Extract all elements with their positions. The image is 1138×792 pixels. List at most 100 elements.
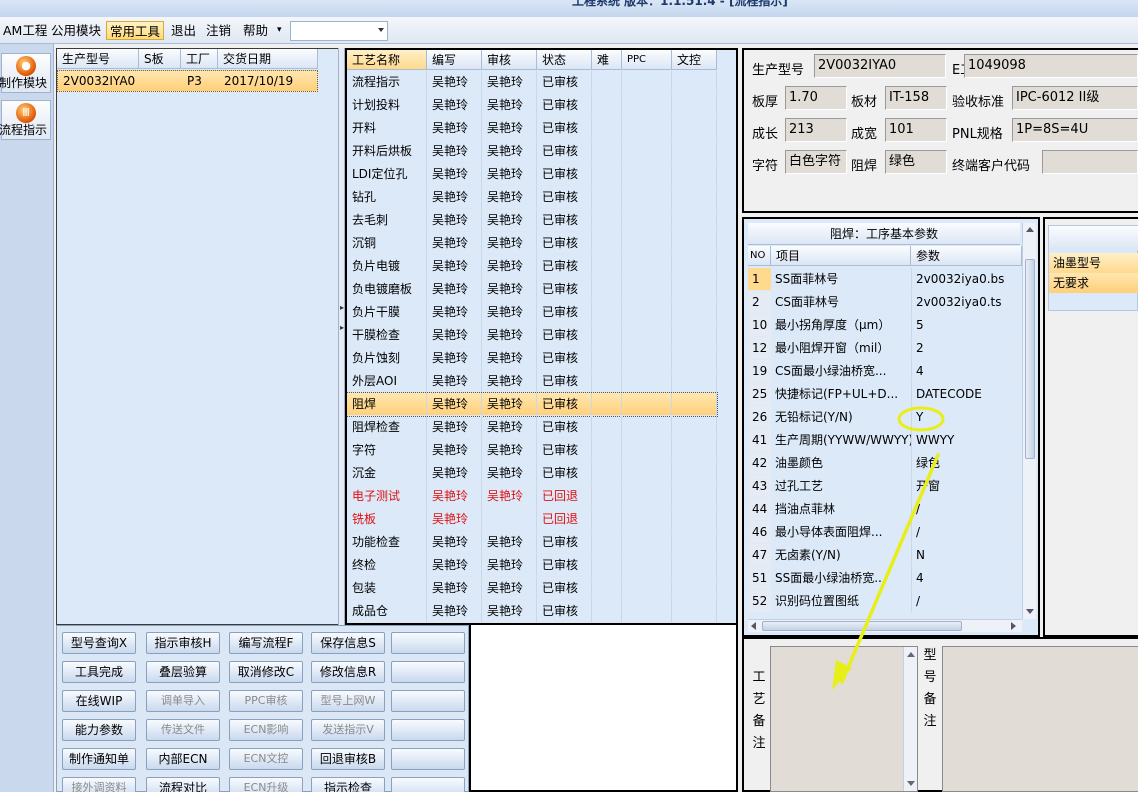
toolbar-button[interactable]: 编写流程F: [229, 632, 303, 654]
table-row[interactable]: 干膜检查 吴艳玲 吴艳玲 已审核: [347, 324, 717, 347]
param-value[interactable]: DATECODE: [911, 383, 1022, 406]
toolbar-button-empty[interactable]: [391, 661, 465, 683]
table-row[interactable]: 阻焊 吴艳玲 吴艳玲 已审核: [347, 392, 718, 417]
table-row[interactable]: 开料 吴艳玲 吴艳玲 已审核: [347, 117, 717, 140]
table-row[interactable]: 成品仓 吴艳玲 吴艳玲 已审核: [347, 600, 717, 623]
column-header-ppc[interactable]: PPC: [622, 50, 672, 70]
params-vertical-scrollbar[interactable]: [1022, 223, 1036, 619]
table-row[interactable]: 开料后烘板 吴艳玲 吴艳玲 已审核: [347, 140, 717, 163]
table-row[interactable]: 2 CS面菲林号 2v0032iya0.ts: [748, 291, 1022, 314]
toolbar-button-empty[interactable]: [391, 748, 465, 770]
toolbar-button[interactable]: ECN影响: [229, 719, 303, 741]
model-notes-textarea[interactable]: [942, 646, 1138, 792]
table-row[interactable]: 阻焊检查 吴艳玲 吴艳玲 已审核: [347, 416, 717, 439]
field-solder-mask[interactable]: 绿色: [885, 150, 947, 174]
scrollbar-thumb[interactable]: [762, 621, 962, 631]
table-row[interactable]: 沉金 吴艳玲 吴艳玲 已审核: [347, 462, 717, 485]
scroll-up-icon[interactable]: [1026, 227, 1034, 232]
menu-item-exit[interactable]: 退出: [168, 21, 199, 40]
toolbar-button[interactable]: ECN文控: [229, 748, 303, 770]
toolbar-button[interactable]: 型号上网W: [311, 690, 385, 712]
column-header-delivery-date[interactable]: 交货日期: [218, 49, 318, 69]
param-value[interactable]: 2v0032iya0.ts: [911, 291, 1022, 314]
table-row[interactable]: 负片干膜 吴艳玲 吴艳玲 已审核: [347, 301, 717, 324]
toolbar-button[interactable]: 保存信息S: [311, 632, 385, 654]
field-pnl[interactable]: 1P=8S=4U: [1012, 118, 1138, 142]
memo-scrollbar[interactable]: [903, 647, 917, 791]
toolbar-button[interactable]: 取消修改C: [229, 661, 303, 683]
toolbar-button-empty[interactable]: [391, 777, 465, 792]
table-row[interactable]: 2V0032IYA0 P3 2017/10/19: [57, 70, 318, 92]
toolbar-button[interactable]: 修改信息R: [311, 661, 385, 683]
table-row[interactable]: 52 识别码位置图纸 /: [748, 590, 1022, 613]
column-header-doc-control[interactable]: 文控: [672, 50, 717, 70]
table-row[interactable]: 41 生产周期(YYWW/WWYY) WWYY: [748, 429, 1022, 452]
launcher-make-module-button[interactable]: ● 制作模块: [0, 53, 51, 93]
table-row[interactable]: 1 SS面菲林号 2v0032iya0.bs: [748, 268, 1022, 291]
toolbar-button[interactable]: 发送指示V: [311, 719, 385, 741]
table-row[interactable]: 字符 吴艳玲 吴艳玲 已审核: [347, 439, 717, 462]
menu-item-am[interactable]: AM工程: [0, 21, 50, 40]
menu-combo-box[interactable]: [290, 21, 388, 41]
toolbar-button-empty[interactable]: [391, 632, 465, 654]
process-notes-textarea[interactable]: [770, 646, 918, 792]
table-row[interactable]: 流程指示 吴艳玲 吴艳玲 已审核: [347, 71, 717, 94]
column-header-process-name[interactable]: 工艺名称: [347, 50, 427, 70]
table-row[interactable]: 12 最小阻焊开窗（mil） 2: [748, 337, 1022, 360]
toolbar-button[interactable]: 传送文件: [146, 719, 220, 741]
toolbar-button[interactable]: 型号查询X: [62, 632, 136, 654]
table-row[interactable]: 电子测试 吴艳玲 吴艳玲 已回退: [347, 485, 717, 508]
menu-item-help[interactable]: 帮助: [240, 21, 271, 40]
table-row[interactable]: 沉铜 吴艳玲 吴艳玲 已审核: [347, 232, 717, 255]
scroll-right-icon[interactable]: [1011, 622, 1016, 630]
table-row[interactable]: 46 最小导体表面阻焊... /: [748, 521, 1022, 544]
table-row[interactable]: 43 过孔工艺 开窗: [748, 475, 1022, 498]
toolbar-button[interactable]: ECN升级: [229, 777, 303, 792]
table-row[interactable]: 包装 吴艳玲 吴艳玲 已审核: [347, 577, 717, 600]
table-row[interactable]: LDI定位孔 吴艳玲 吴艳玲 已审核: [347, 163, 717, 186]
field-standard[interactable]: IPC-6012 II级: [1012, 86, 1138, 110]
table-row[interactable]: 负片电镀 吴艳玲 吴艳玲 已审核: [347, 255, 717, 278]
params-horizontal-scrollbar[interactable]: [748, 619, 1022, 632]
field-length[interactable]: 213: [785, 118, 847, 142]
menu-item-logout[interactable]: 注销: [203, 21, 234, 40]
table-row[interactable]: 终检 吴艳玲 吴艳玲 已审核: [347, 554, 717, 577]
param-value[interactable]: WWYY: [911, 429, 1022, 452]
toolbar-button[interactable]: 指示审核H: [146, 632, 220, 654]
toolbar-button[interactable]: 工具完成: [62, 661, 136, 683]
param-value[interactable]: N: [911, 544, 1022, 567]
scroll-up-icon[interactable]: [907, 652, 915, 657]
column-header-status[interactable]: 状态: [537, 50, 592, 70]
param-value[interactable]: 绿色: [911, 452, 1022, 475]
field-customer-code[interactable]: [1042, 150, 1138, 174]
field-material[interactable]: IT-158: [885, 86, 947, 110]
toolbar-button[interactable]: 制作通知单: [62, 748, 136, 770]
param-value[interactable]: /: [911, 521, 1022, 544]
scroll-down-icon[interactable]: [907, 781, 915, 786]
table-row[interactable]: 去毛刺 吴艳玲 吴艳玲 已审核: [347, 209, 717, 232]
column-header-item[interactable]: 项目: [771, 246, 911, 266]
param-value[interactable]: /: [911, 590, 1022, 613]
table-row[interactable]: 外层AOI 吴艳玲 吴艳玲 已审核: [347, 370, 717, 393]
column-header-writer[interactable]: 编写: [427, 50, 482, 70]
table-row[interactable]: 26 无铅标记(Y/N) Y: [748, 406, 1022, 429]
menu-item-common-tools[interactable]: 常用工具: [106, 21, 165, 40]
table-row[interactable]: 负片蚀刻 吴艳玲 吴艳玲 已审核: [347, 347, 717, 370]
table-row[interactable]: 钻孔 吴艳玲 吴艳玲 已审核: [347, 186, 717, 209]
toolbar-button-empty[interactable]: [391, 719, 465, 741]
param-value[interactable]: /: [911, 498, 1022, 521]
param-value[interactable]: 5: [911, 314, 1022, 337]
toolbar-button[interactable]: 叠层验算: [146, 661, 220, 683]
param-value[interactable]: 开窗: [911, 475, 1022, 498]
column-header-no[interactable]: NO: [748, 246, 771, 266]
param-value[interactable]: 4: [911, 567, 1022, 590]
table-row[interactable]: 10 最小拐角厚度（μm） 5: [748, 314, 1022, 337]
table-row[interactable]: 负电镀磨板 吴艳玲 吴艳玲 已审核: [347, 278, 717, 301]
table-row[interactable]: 42 油墨颜色 绿色: [748, 452, 1022, 475]
ink-value-cell[interactable]: 无要求: [1049, 273, 1138, 293]
column-header-difficulty[interactable]: 难: [592, 50, 622, 70]
menu-item-common-module[interactable]: 公用模块: [48, 21, 104, 40]
column-header-factory[interactable]: 工厂: [181, 49, 218, 69]
toolbar-button[interactable]: 流程对比: [146, 777, 220, 792]
toolbar-button[interactable]: 内部ECN: [146, 748, 220, 770]
